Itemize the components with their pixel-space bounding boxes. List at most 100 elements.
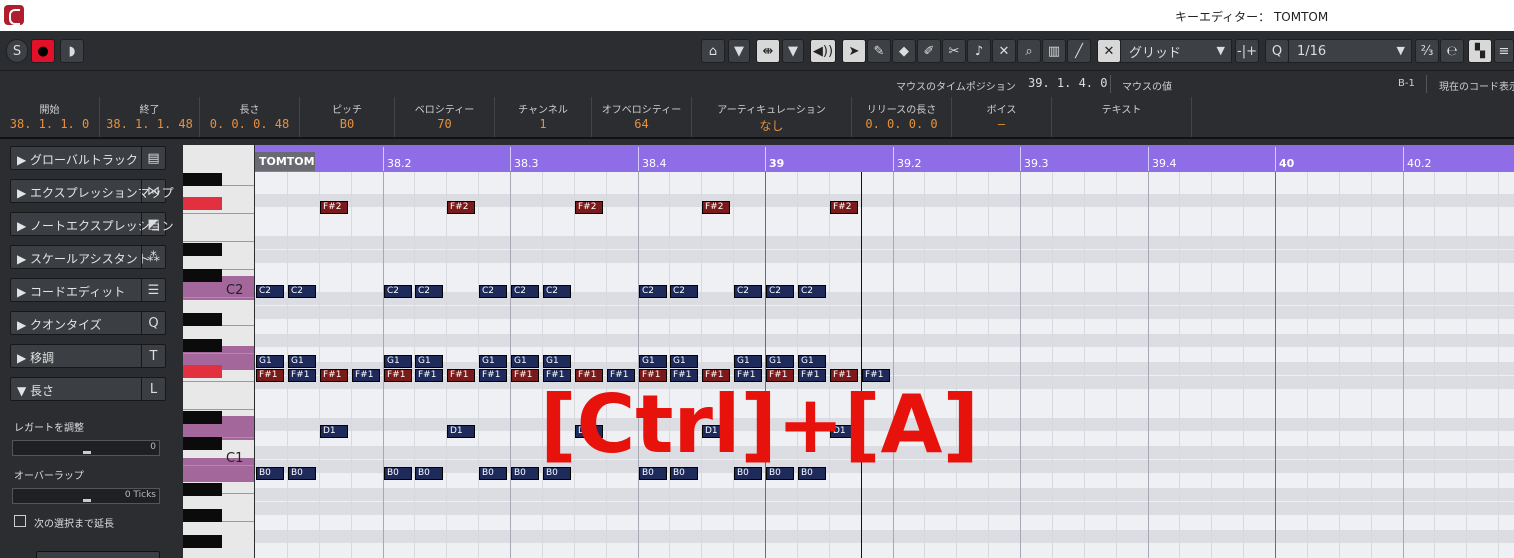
midi-note[interactable]: G1: [543, 355, 571, 368]
info-start[interactable]: 開始 38. 1. 1. 0: [0, 97, 100, 137]
midi-note[interactable]: F#2: [575, 201, 603, 214]
midi-note[interactable]: C2: [639, 285, 667, 298]
info-text[interactable]: テキスト: [1052, 97, 1192, 137]
pencil-icon[interactable]: ✎: [867, 39, 891, 63]
midi-note[interactable]: D1: [447, 425, 475, 438]
inspector-quantize[interactable]: ▶ クオンタイズ Q: [10, 311, 166, 335]
acoustic-feedback-button[interactable]: ◗: [60, 39, 84, 63]
midi-note[interactable]: F#2: [702, 201, 730, 214]
inspector-length[interactable]: ▼ 長さ L: [10, 377, 166, 401]
chevron-down-icon[interactable]: ▼: [782, 39, 804, 63]
info-velocity[interactable]: ベロシティー 70: [395, 97, 495, 137]
auto-select-icon[interactable]: ⌂: [701, 39, 725, 63]
midi-note[interactable]: G1: [288, 355, 316, 368]
record-button[interactable]: ●: [31, 39, 55, 63]
grid-snap-icon[interactable]: ✕: [1097, 39, 1121, 63]
inspector-scale-assistant[interactable]: ▶ スケールアシスタント ⁂: [10, 245, 166, 269]
midi-note[interactable]: B0: [479, 467, 507, 480]
trim-icon[interactable]: ✐: [917, 39, 941, 63]
midi-note[interactable]: C2: [511, 285, 539, 298]
midi-note[interactable]: F#1: [384, 369, 412, 382]
inspector-transpose[interactable]: ▶ 移調 T: [10, 344, 166, 368]
info-end[interactable]: 終了 38. 1. 1. 48: [100, 97, 200, 137]
midi-note[interactable]: F#1: [288, 369, 316, 382]
inspector-note-expression[interactable]: ▶ ノートエクスプレッション ◩: [10, 212, 174, 236]
layout-icon[interactable]: ▚: [1468, 39, 1492, 63]
speaker-icon[interactable]: ◀)): [810, 39, 836, 63]
mute-x-icon[interactable]: ✕: [992, 39, 1016, 63]
apply-button[interactable]: [36, 551, 160, 558]
info-off-velocity[interactable]: オフベロシティー 64: [592, 97, 692, 137]
midi-note[interactable]: G1: [766, 355, 794, 368]
midi-note[interactable]: C2: [670, 285, 698, 298]
info-voice[interactable]: ボイス –: [952, 97, 1052, 137]
line-icon[interactable]: ╱: [1067, 39, 1091, 63]
info-release-length[interactable]: リリースの長さ 0. 0. 0. 0: [852, 97, 952, 137]
midi-note[interactable]: C2: [734, 285, 762, 298]
midi-note[interactable]: F#2: [320, 201, 348, 214]
midi-note[interactable]: D1: [320, 425, 348, 438]
midi-note[interactable]: G1: [415, 355, 443, 368]
piano-keyboard[interactable]: C2 C1: [183, 145, 254, 558]
midi-note[interactable]: C2: [766, 285, 794, 298]
midi-note[interactable]: F#1: [447, 369, 475, 382]
snap-move-icon[interactable]: ⇼: [756, 39, 780, 63]
midi-note[interactable]: G1: [479, 355, 507, 368]
midi-note[interactable]: F#1: [352, 369, 380, 382]
midi-note[interactable]: G1: [256, 355, 284, 368]
midi-note[interactable]: G1: [798, 355, 826, 368]
midi-note[interactable]: C2: [798, 285, 826, 298]
quantize-button[interactable]: Q: [1265, 39, 1289, 63]
slider-handle[interactable]: [83, 451, 91, 454]
midi-note[interactable]: F#1: [415, 369, 443, 382]
swing-icon[interactable]: ℮: [1440, 39, 1464, 63]
midi-note[interactable]: B0: [511, 467, 539, 480]
legato-slider[interactable]: 0: [12, 440, 160, 456]
midi-note[interactable]: C2: [384, 285, 412, 298]
info-articulation[interactable]: アーティキュレーション なし: [692, 97, 852, 137]
inspector-expression-map[interactable]: ▶ エクスプレッションマップ ⋈: [10, 179, 174, 203]
midi-note[interactable]: B0: [256, 467, 284, 480]
midi-note[interactable]: F#1: [511, 369, 539, 382]
midi-note[interactable]: G1: [639, 355, 667, 368]
midi-note[interactable]: F#1: [479, 369, 507, 382]
midi-note[interactable]: F#2: [830, 201, 858, 214]
midi-note[interactable]: B0: [415, 467, 443, 480]
info-channel[interactable]: チャンネル 1: [495, 97, 592, 137]
inspector-chord-edit[interactable]: ▶ コードエディット ☰: [10, 278, 166, 302]
overlap-slider[interactable]: 0 Ticks: [12, 488, 160, 504]
midi-note[interactable]: B0: [288, 467, 316, 480]
glue-icon[interactable]: ♪: [967, 39, 991, 63]
midi-note[interactable]: F#1: [320, 369, 348, 382]
quantize-value-select[interactable]: 1/16 ▼: [1288, 39, 1412, 63]
midi-note[interactable]: C2: [543, 285, 571, 298]
grid-quantize-icon[interactable]: -|+: [1235, 39, 1259, 63]
note-grid[interactable]: TOMTOM 38.2 38.3 38.4 39 39.2 39.3 39.4 40 40.2 …: [255, 145, 1514, 558]
midi-note[interactable]: C2: [415, 285, 443, 298]
midi-note[interactable]: B0: [384, 467, 412, 480]
midi-note[interactable]: G1: [384, 355, 412, 368]
midi-note[interactable]: G1: [670, 355, 698, 368]
eraser-icon[interactable]: ◆: [892, 39, 916, 63]
midi-note[interactable]: C2: [479, 285, 507, 298]
info-pitch[interactable]: ピッチ B0: [300, 97, 395, 137]
info-length[interactable]: 長さ 0. 0. 0. 48: [200, 97, 300, 137]
chevron-down-icon[interactable]: ▼: [728, 39, 750, 63]
solo-button[interactable]: S: [6, 39, 28, 63]
extend-to-next-checkbox[interactable]: [14, 515, 26, 527]
midi-note[interactable]: G1: [734, 355, 762, 368]
draw-line-icon[interactable]: ▥: [1042, 39, 1066, 63]
split-icon[interactable]: ✂: [942, 39, 966, 63]
project-cursor[interactable]: [861, 172, 862, 558]
midi-note[interactable]: C2: [256, 285, 284, 298]
zoom-icon[interactable]: ⌕: [1017, 39, 1041, 63]
midi-note[interactable]: F#1: [256, 369, 284, 382]
grid-type-select[interactable]: グリッド ▼: [1120, 39, 1232, 63]
menu-lines-icon[interactable]: ≡: [1494, 39, 1514, 63]
inspector-global-tracks[interactable]: ▶ グローバルトラック ▤: [10, 146, 166, 170]
midi-note[interactable]: C2: [288, 285, 316, 298]
arrow-select-icon[interactable]: ➤: [842, 39, 866, 63]
midi-note[interactable]: G1: [511, 355, 539, 368]
midi-note[interactable]: F#2: [447, 201, 475, 214]
triplet-icon[interactable]: ⅔: [1415, 39, 1439, 63]
